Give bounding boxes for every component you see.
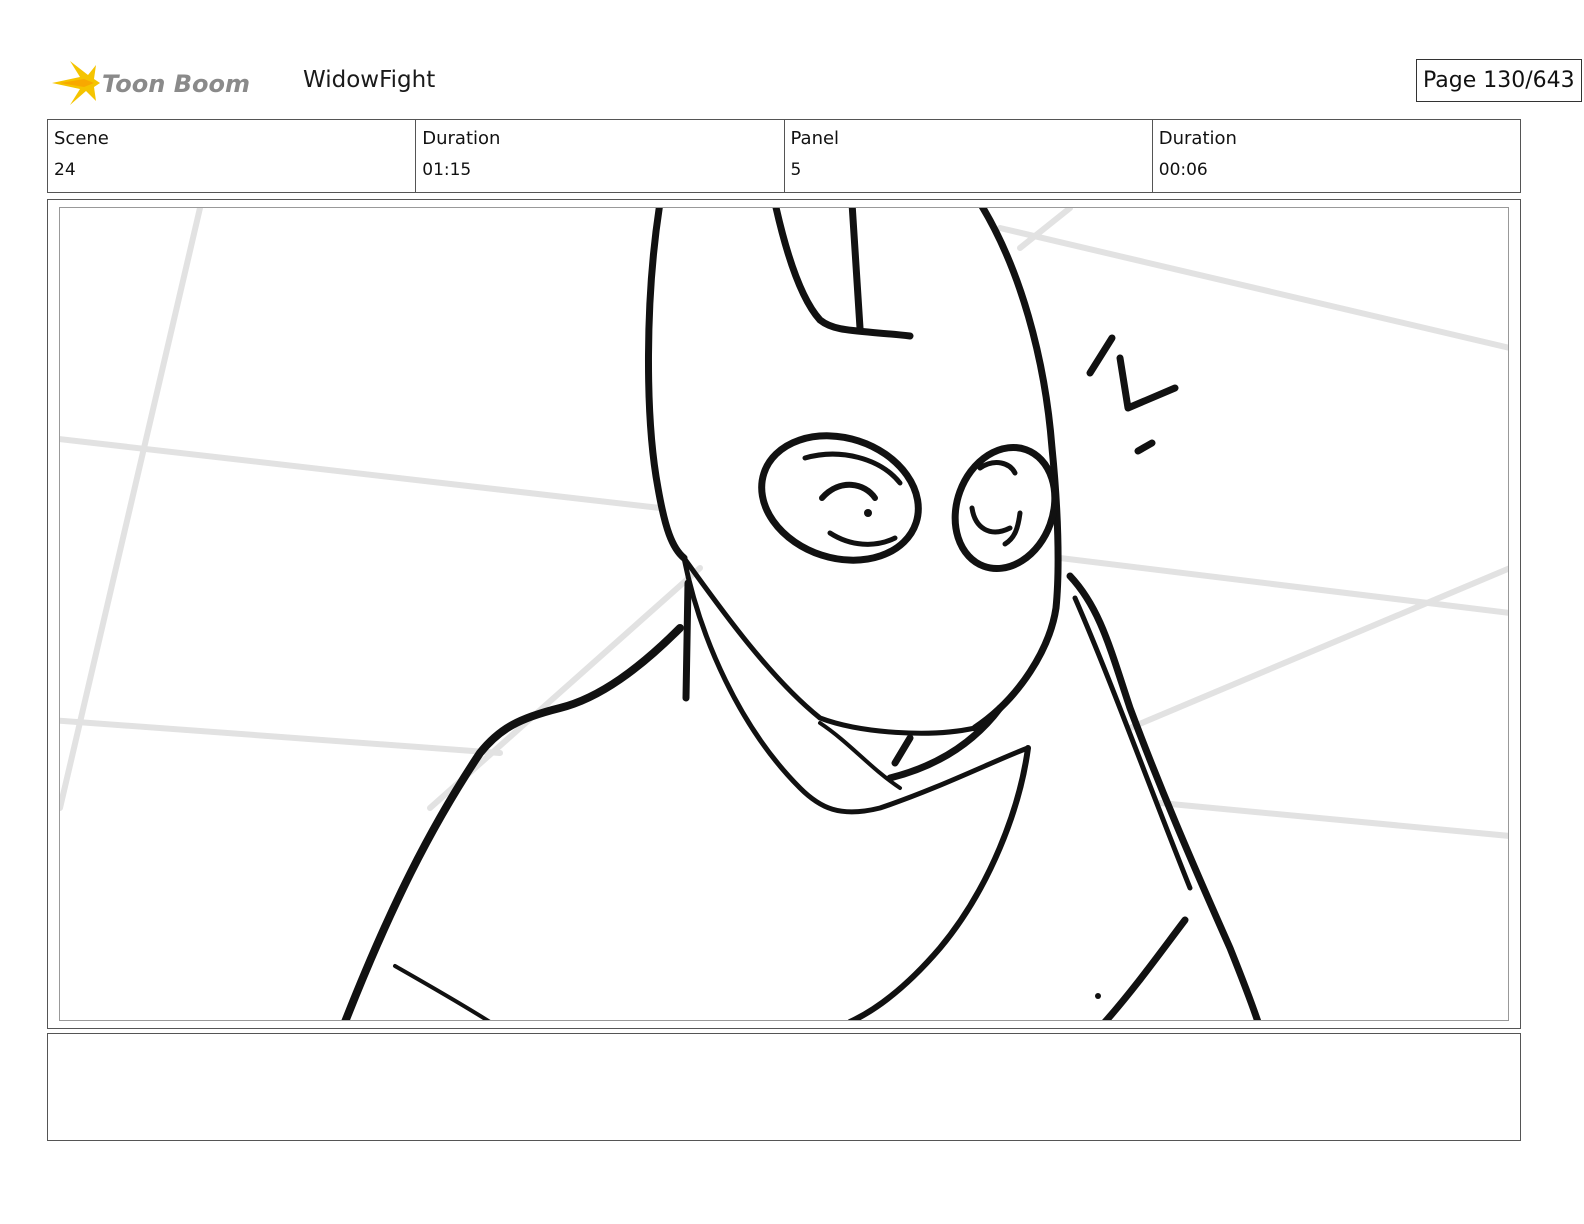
panel-duration-label: Duration bbox=[1158, 128, 1237, 149]
panel-value: 5 bbox=[790, 160, 802, 180]
storyboard-panel-frame bbox=[47, 199, 1521, 1029]
perspective-guides bbox=[60, 208, 1508, 839]
star-burst-icon bbox=[52, 61, 100, 105]
panel-duration-cell: Duration 00:06 bbox=[1153, 120, 1520, 192]
panel-duration-value: 00:06 bbox=[1158, 160, 1208, 180]
scene-duration-label: Duration bbox=[422, 128, 501, 149]
character-lines bbox=[341, 208, 1262, 1020]
project-title: WidowFight bbox=[303, 67, 436, 93]
scene-value: 24 bbox=[54, 160, 76, 180]
toon-boom-logo: Toon Boom bbox=[50, 57, 290, 109]
scene-duration-value: 01:15 bbox=[422, 160, 472, 180]
page-header: Toon Boom WidowFight Page 130/643 bbox=[50, 55, 1582, 111]
scene-info-table: Scene 24 Duration 01:15 Panel 5 Duration… bbox=[47, 119, 1521, 193]
storyboard-panel-image bbox=[59, 207, 1509, 1021]
page-indicator: Page 130/643 bbox=[1416, 59, 1582, 102]
svg-text:Toon Boom: Toon Boom bbox=[102, 70, 250, 98]
scene-label: Scene bbox=[54, 128, 109, 149]
scene-cell: Scene 24 bbox=[48, 120, 417, 192]
panel-label: Panel bbox=[790, 128, 840, 149]
panel-notes-box bbox=[47, 1033, 1521, 1141]
scene-duration-cell: Duration 01:15 bbox=[416, 120, 785, 192]
panel-cell: Panel 5 bbox=[785, 120, 1153, 192]
masked-character-sketch bbox=[60, 208, 1508, 1020]
